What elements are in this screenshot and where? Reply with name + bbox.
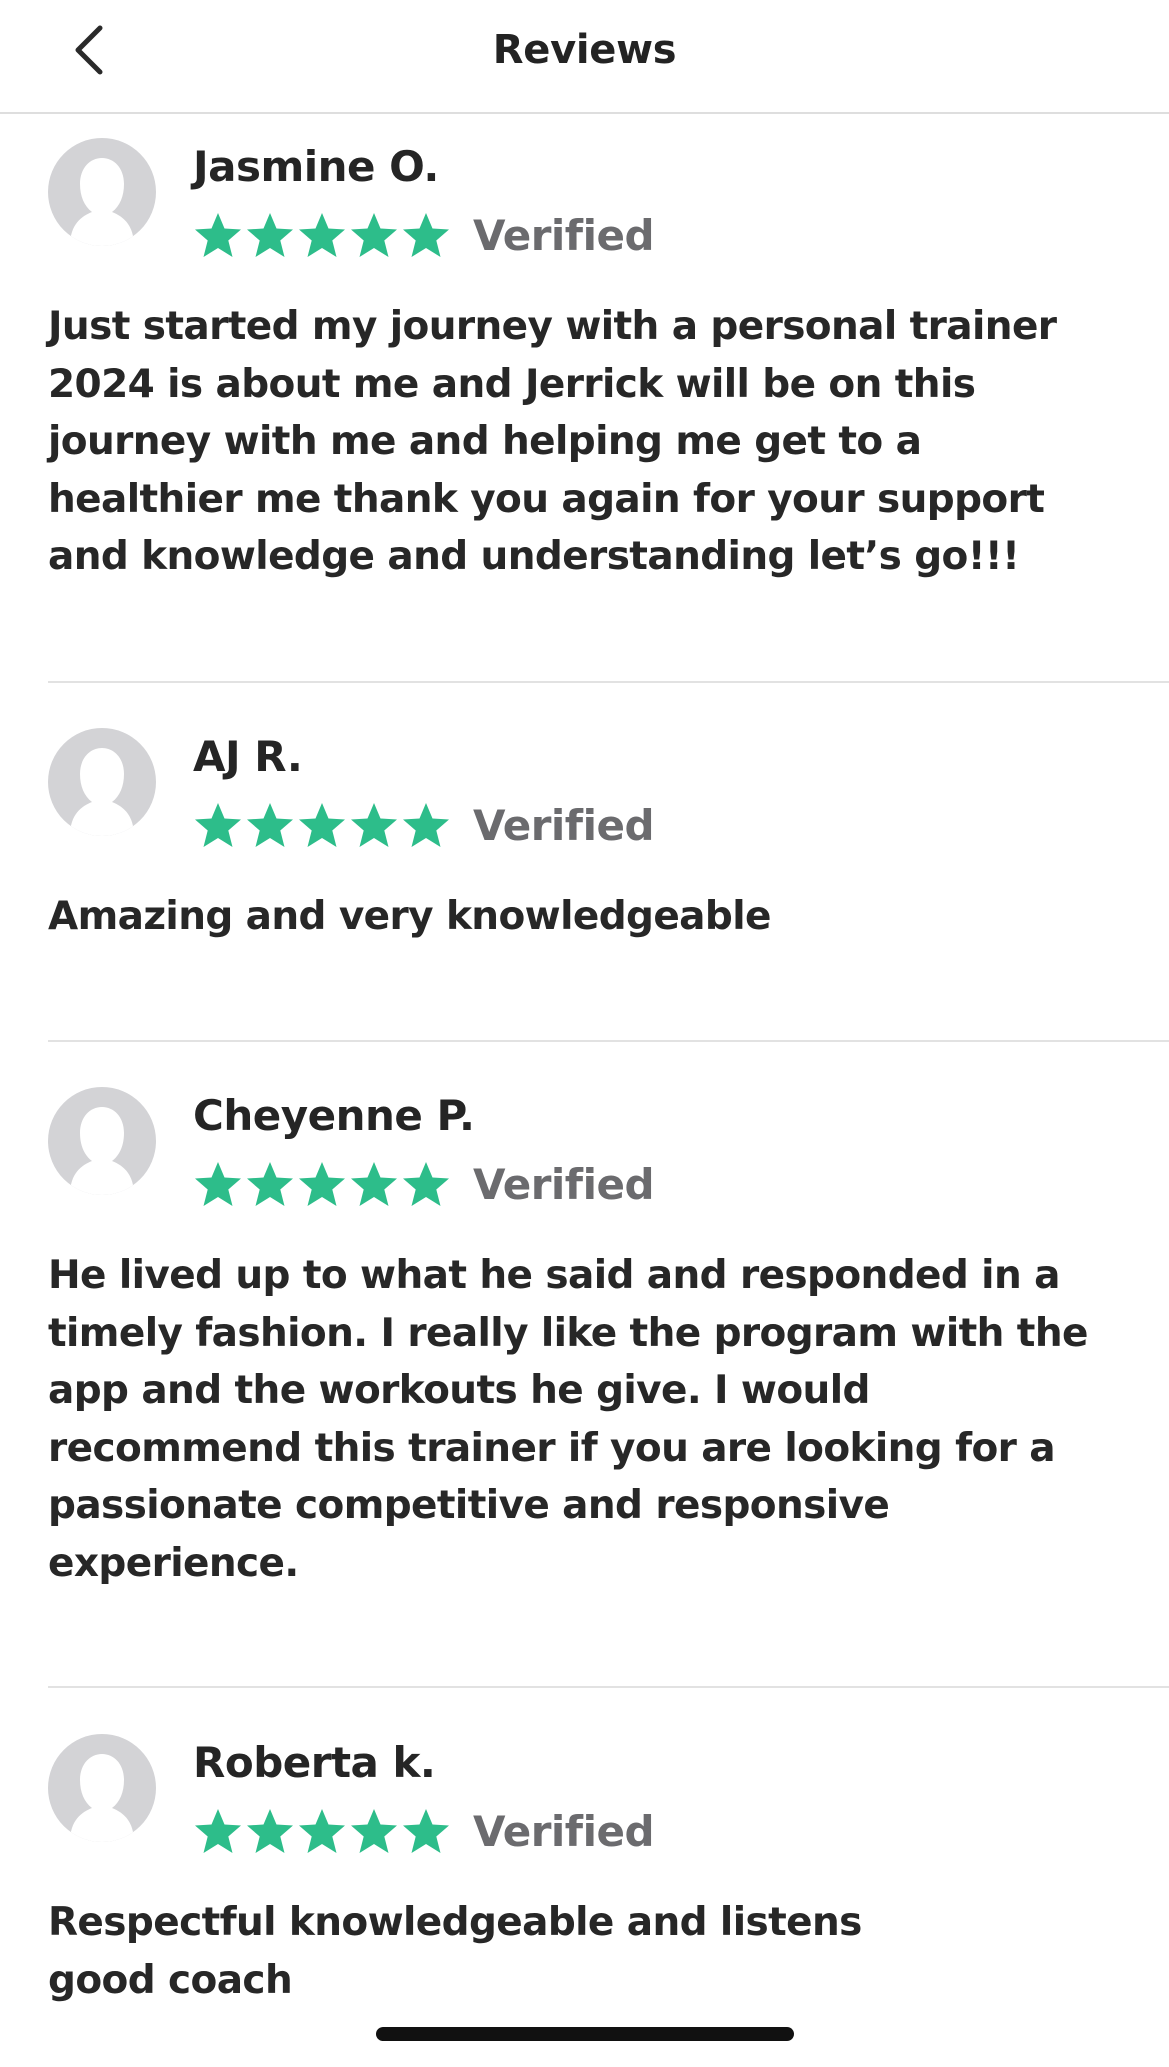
- star-icon: [351, 213, 397, 257]
- review-text: Respectful knowledgeable and listens goo…: [48, 1900, 862, 2003]
- review-item: Jasmine O. Verified Just started my jour…: [48, 138, 1169, 598]
- star-icon: [195, 1809, 241, 1853]
- star-icon: [299, 803, 345, 847]
- verified-badge: Verified: [473, 801, 655, 850]
- user-placeholder-icon: [70, 748, 134, 836]
- star-rating: [193, 1807, 453, 1857]
- star-icon: [299, 1809, 345, 1853]
- page-title: Reviews: [492, 27, 677, 73]
- star-icon: [247, 1162, 293, 1206]
- user-placeholder-icon: [70, 1107, 134, 1195]
- star-icon: [195, 1162, 241, 1206]
- star-icon: [351, 803, 397, 847]
- star-icon: [351, 1162, 397, 1206]
- verified-badge: Verified: [473, 211, 655, 260]
- star-rating: [193, 211, 453, 261]
- review-item: Roberta k. Verified Respectful knowledge…: [48, 1734, 1169, 2024]
- user-placeholder-icon: [70, 158, 134, 246]
- review-text: He lived up to what he said and responde…: [48, 1253, 1088, 1586]
- star-rating: [193, 801, 453, 851]
- rating-row: Verified: [193, 208, 655, 264]
- review-item: Cheyenne P. Verified He lived up to what…: [48, 1087, 1169, 1607]
- star-icon: [403, 213, 449, 257]
- avatar: [48, 1734, 156, 1842]
- reviewer-name: Roberta k.: [193, 1738, 436, 1787]
- star-icon: [247, 803, 293, 847]
- user-placeholder-icon: [70, 1754, 134, 1842]
- avatar: [48, 1087, 156, 1195]
- star-icon: [247, 213, 293, 257]
- divider: [48, 681, 1169, 683]
- review-item: AJ R. Verified Amazing and very knowledg…: [48, 728, 1169, 968]
- star-icon: [195, 213, 241, 257]
- divider: [48, 1040, 1169, 1042]
- review-text: Just started my journey with a personal …: [48, 304, 1057, 579]
- star-icon: [195, 803, 241, 847]
- reviewer-name: Jasmine O.: [193, 142, 439, 191]
- divider: [48, 1686, 1169, 1688]
- star-icon: [299, 1162, 345, 1206]
- star-rating: [193, 1160, 453, 1210]
- avatar: [48, 728, 156, 836]
- star-icon: [403, 1809, 449, 1853]
- review-text: Amazing and very knowledgeable: [48, 894, 771, 939]
- star-icon: [403, 803, 449, 847]
- home-indicator[interactable]: [376, 2027, 794, 2041]
- star-icon: [299, 213, 345, 257]
- reviewer-name: AJ R.: [193, 732, 303, 781]
- verified-badge: Verified: [473, 1807, 655, 1856]
- rating-row: Verified: [193, 1804, 655, 1860]
- top-nav-bar: Reviews: [0, 0, 1169, 114]
- star-icon: [351, 1809, 397, 1853]
- star-icon: [403, 1162, 449, 1206]
- star-icon: [247, 1809, 293, 1853]
- reviewer-name: Cheyenne P.: [193, 1091, 475, 1140]
- rating-row: Verified: [193, 798, 655, 854]
- rating-row: Verified: [193, 1157, 655, 1213]
- avatar: [48, 138, 156, 246]
- verified-badge: Verified: [473, 1160, 655, 1209]
